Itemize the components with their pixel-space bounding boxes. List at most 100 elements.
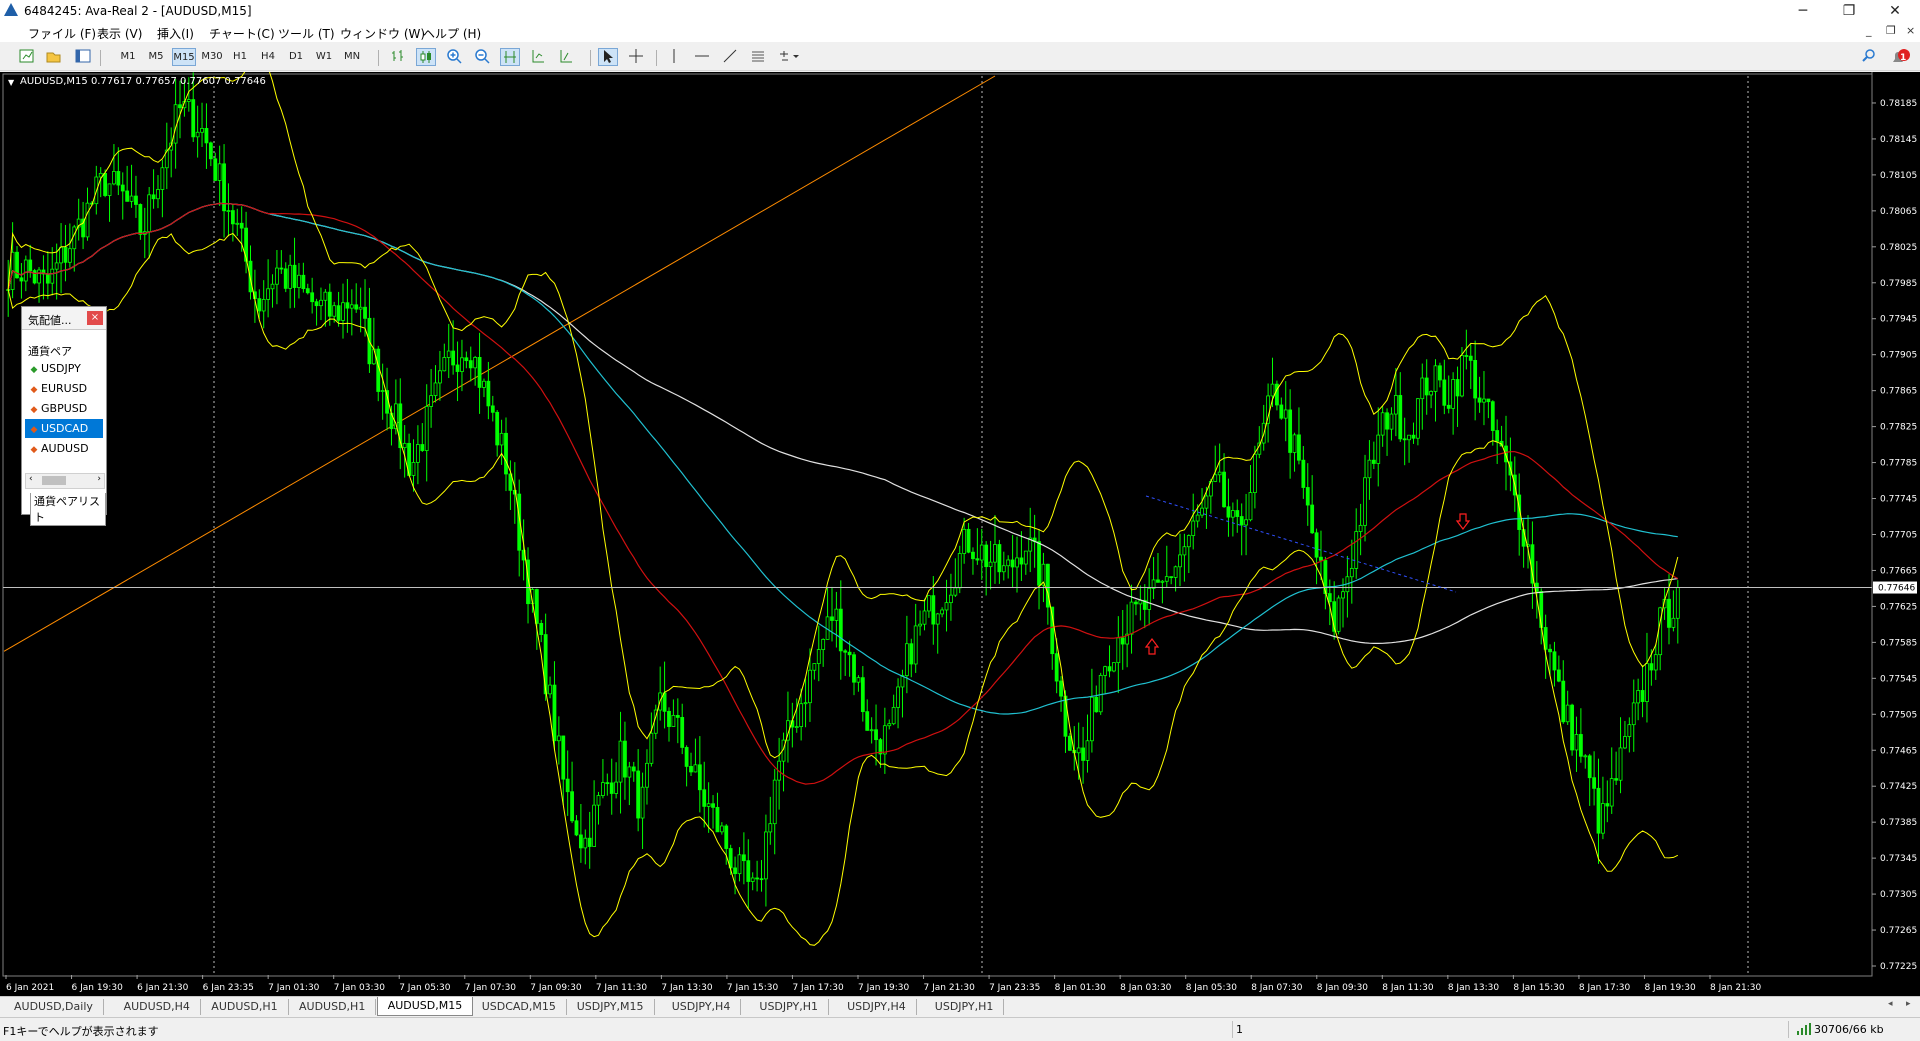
candle-body [32, 270, 37, 284]
menu-view[interactable]: 表示 (V) [97, 25, 142, 42]
window-title: 6484245: Ava-Real 2 - [AUDUSD,M15] [24, 4, 252, 18]
search-icon[interactable] [1860, 48, 1878, 66]
vertical-line-icon[interactable] [664, 48, 684, 66]
timeframe-d1-button[interactable]: D1 [286, 48, 306, 66]
candle-body [918, 623, 922, 627]
chart-tab-audusd-h1[interactable]: AUDUSD,H1 [289, 999, 377, 1015]
cursor-icon[interactable] [598, 48, 618, 66]
notification-bell-icon[interactable]: 1 [1888, 48, 1912, 66]
new-chart-icon[interactable] [18, 48, 36, 66]
minimize-button[interactable]: ─ [1780, 0, 1826, 22]
candle-body [574, 820, 579, 836]
scroll-thumb[interactable] [42, 476, 66, 485]
candle-body [1292, 434, 1297, 453]
timeframe-m1-button[interactable]: M1 [118, 48, 138, 66]
market-watch-item-audusd[interactable]: ◆ AUDUSD [25, 439, 103, 458]
zoom-in-icon[interactable] [444, 48, 464, 66]
chart-tab-audusd-h1[interactable]: AUDUSD,H1 [201, 999, 289, 1015]
candle-body [1495, 430, 1500, 442]
horizontal-line-icon[interactable] [692, 48, 712, 66]
menu-file[interactable]: ファイル (F) [28, 25, 96, 42]
autoscroll-icon[interactable] [528, 48, 548, 66]
timeframe-mn-button[interactable]: MN [341, 48, 363, 66]
candle-body [72, 226, 77, 250]
candle-body [1270, 383, 1275, 397]
mdi-restore-button[interactable]: ❐ [1886, 24, 1896, 37]
y-tick-label: 0.77985 [1880, 279, 1917, 289]
chart-tab-usdjpy-m15[interactable]: USDJPY,M15 [567, 999, 655, 1015]
timeframe-h4-button[interactable]: H4 [258, 48, 278, 66]
candle-body [380, 390, 385, 392]
trendline-icon[interactable] [720, 48, 740, 66]
timeframe-m5-button[interactable]: M5 [146, 48, 166, 66]
candle-body [975, 558, 980, 561]
mdi-minimize-button[interactable]: _ [1866, 24, 1872, 37]
candle-body [1380, 412, 1385, 436]
market-watch-tab-symbols[interactable]: 通貨ペアリスト [30, 493, 106, 526]
candle-body [614, 781, 619, 794]
crosshair-icon[interactable] [626, 48, 646, 66]
grid-toggle-icon[interactable] [500, 48, 520, 66]
scroll-right-icon[interactable]: › [97, 474, 101, 484]
candle-body [860, 677, 865, 713]
candle-body [1561, 680, 1566, 723]
tab-scroll-right-icon[interactable]: ▸ [1906, 999, 1911, 1009]
tab-scroll-left-icon[interactable]: ◂ [1888, 999, 1893, 1009]
menu-insert[interactable]: 挿入(I) [157, 25, 194, 42]
close-button[interactable]: ✕ [1872, 0, 1918, 22]
market-watch-item-eurusd[interactable]: ◆ EURUSD [25, 379, 103, 398]
chart-tab-usdjpy-h1[interactable]: USDJPY,H1 [925, 999, 1005, 1015]
maximize-button[interactable]: ❐ [1826, 0, 1872, 22]
candle-body [838, 608, 843, 652]
chart-tab-audusd-h4[interactable]: AUDUSD,H4 [114, 999, 201, 1015]
menu-window[interactable]: ウィンドウ (W) [340, 25, 425, 42]
menu-tools[interactable]: ツール (T) [278, 25, 335, 42]
profiles-icon[interactable] [44, 48, 62, 66]
zoom-out-icon[interactable] [472, 48, 492, 66]
chart-tab-audusd-m15[interactable]: AUDUSD,M15 [376, 997, 474, 1016]
candle-body [1385, 412, 1389, 430]
timeframe-w1-button[interactable]: W1 [314, 48, 334, 66]
timeframe-h1-button[interactable]: H1 [230, 48, 250, 66]
candle-body [1675, 587, 1680, 619]
market-watch-close-button[interactable]: × [87, 311, 103, 325]
price-chart[interactable]: 0.78185 0.78145 0.78105 0.78065 0.78025 0.779… [0, 72, 1920, 996]
candle-body [200, 128, 204, 133]
shapes-dropdown-icon[interactable] [776, 48, 802, 66]
y-tick-label: 0.77385 [1880, 818, 1917, 828]
chart-window-icon[interactable] [74, 48, 92, 66]
y-tick-label: 0.77265 [1880, 926, 1917, 936]
market-watch-item-usdjpy[interactable]: ◆ USDJPY [25, 359, 103, 378]
y-tick-label: 0.77425 [1880, 782, 1917, 792]
candle-body [1645, 663, 1649, 702]
menu-help[interactable]: ヘルプ (H) [423, 25, 481, 42]
candle-body [874, 729, 878, 741]
candle-body [1486, 398, 1491, 403]
candle-body [1548, 648, 1552, 653]
fibonacci-icon[interactable] [748, 48, 768, 66]
chart-shift-icon[interactable] [556, 48, 576, 66]
chart-tab-usdcad-m15[interactable]: USDCAD,M15 [472, 999, 567, 1015]
x-tick-label: 6 Jan 21:30 [137, 983, 189, 993]
market-watch-item-gbpusd[interactable]: ◆ GBPUSD [25, 399, 103, 418]
bar-chart-icon[interactable] [388, 48, 408, 66]
timeframe-m15-button[interactable]: M15 [172, 48, 196, 66]
chart-tab-usdjpy-h1[interactable]: USDJPY,H1 [749, 999, 830, 1015]
scroll-left-icon[interactable]: ‹ [29, 474, 33, 484]
price-up-icon: ◆ [30, 365, 38, 375]
market-watch-titlebar[interactable]: 気配値... × [22, 307, 106, 330]
chart-tab-usdjpy-h4[interactable]: USDJPY,H4 [837, 999, 917, 1015]
menu-chart[interactable]: チャート(C) [209, 25, 275, 42]
candle-body [1147, 587, 1152, 610]
mdi-close-button[interactable]: × [1906, 24, 1915, 37]
chart-area[interactable]: 0.78185 0.78145 0.78105 0.78065 0.78025 0.779… [0, 72, 1920, 996]
candle-body [358, 306, 363, 310]
timeframe-m30-button[interactable]: M30 [200, 48, 224, 66]
candlestick-icon[interactable] [416, 48, 436, 66]
market-watch-window[interactable]: 気配値... × 通貨ペア ◆ USDJPY ◆ EURUSD ◆ GBPUSD ◆ USDC… [21, 306, 107, 526]
chart-tab-audusd-daily[interactable]: AUDUSD,Daily [4, 999, 104, 1015]
x-tick-label: 6 Jan 2021 [6, 983, 54, 993]
chart-tab-usdjpy-h4[interactable]: USDJPY,H4 [662, 999, 742, 1015]
market-watch-scrollbar[interactable]: ‹ › [25, 473, 105, 489]
market-watch-item-usdcad[interactable]: ◆ USDCAD [25, 419, 103, 438]
